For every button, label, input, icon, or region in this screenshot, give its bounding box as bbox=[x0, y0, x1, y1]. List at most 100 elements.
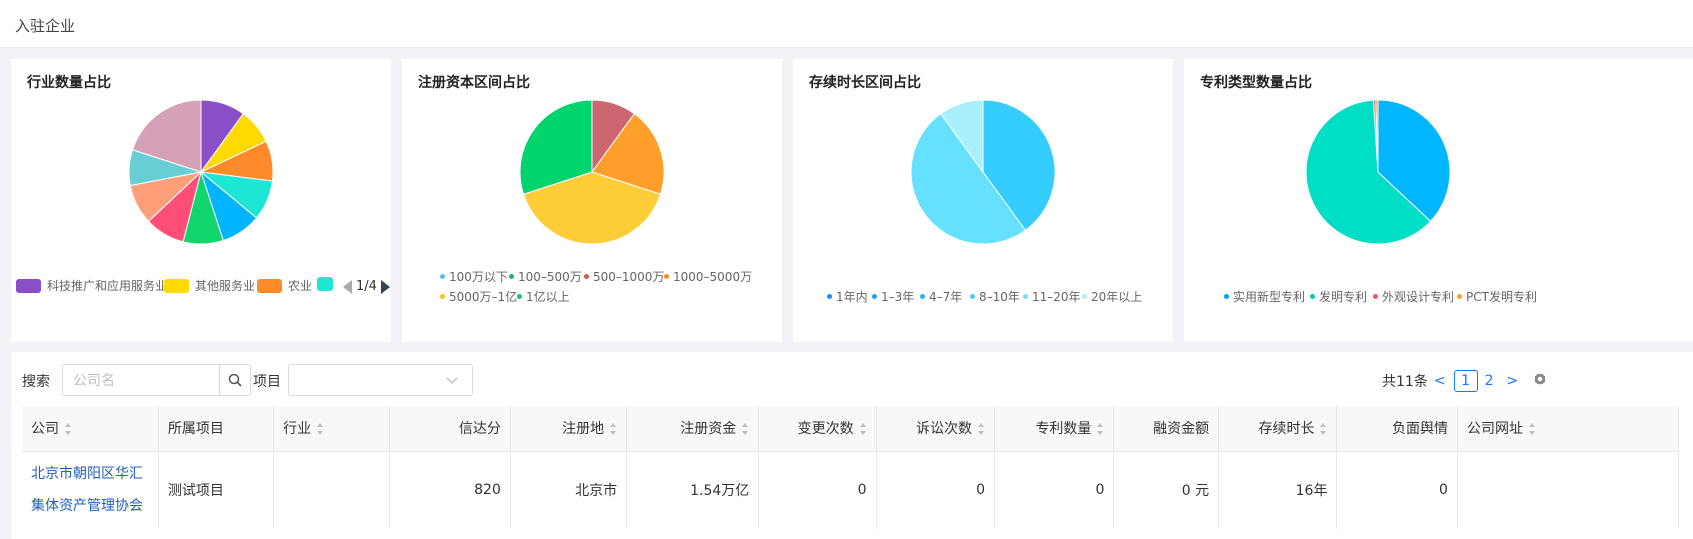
legend-item[interactable]: 20年以上 bbox=[1082, 288, 1142, 305]
legend-dot bbox=[440, 274, 445, 279]
column-header[interactable]: 存续时长 bbox=[1218, 406, 1338, 452]
sort-icon[interactable] bbox=[977, 423, 985, 436]
column-header[interactable]: 诉讼次数 bbox=[876, 406, 995, 452]
capital-pie-chart bbox=[519, 99, 665, 245]
settings-icon[interactable] bbox=[1532, 371, 1548, 387]
total-count: 共11条 bbox=[1382, 374, 1428, 390]
legend-item[interactable]: PCT发明专利 bbox=[1457, 288, 1537, 305]
chevron-down-icon bbox=[446, 377, 458, 384]
search-input[interactable] bbox=[63, 365, 219, 395]
legend-dot bbox=[584, 274, 589, 279]
legend-item[interactable]: 发明专利 bbox=[1310, 288, 1367, 305]
column-header[interactable]: 专利数量 bbox=[994, 406, 1115, 452]
sort-icon[interactable] bbox=[859, 423, 867, 436]
column-header[interactable]: 行业 bbox=[273, 406, 391, 452]
financing-cell: 0 元 bbox=[1113, 451, 1220, 529]
legend-item[interactable]: 100–500万 bbox=[509, 268, 582, 285]
legend-dot bbox=[1310, 294, 1315, 299]
legend-dot bbox=[664, 274, 669, 279]
legend-label: 20年以上 bbox=[1091, 290, 1143, 304]
legend-dot bbox=[827, 294, 832, 299]
legend-label: 1–3年 bbox=[881, 290, 915, 304]
sort-icon[interactable] bbox=[1097, 423, 1104, 436]
legend-item[interactable]: 其他服务业 bbox=[164, 277, 255, 294]
legend-item[interactable]: 5000万–1亿 bbox=[440, 288, 517, 305]
legend-label: 1年内 bbox=[836, 290, 868, 304]
legend-dot bbox=[1082, 294, 1087, 299]
legend-item[interactable]: 1–3年 bbox=[872, 288, 914, 305]
legend-item[interactable]: 实用新型专利 bbox=[1224, 288, 1305, 305]
search-label: 搜索 bbox=[22, 374, 50, 390]
sort-icon[interactable] bbox=[742, 423, 749, 436]
chart-title: 专利类型数量占比 bbox=[1200, 75, 1312, 91]
legend-dot bbox=[517, 294, 522, 299]
negative-cell: 0 bbox=[1336, 451, 1458, 529]
header-label: 诉讼次数 bbox=[915, 421, 972, 438]
pagination: 共11条 < 1 2 > bbox=[1382, 370, 1518, 392]
legend-item[interactable]: 外观设计专利 bbox=[1373, 288, 1454, 305]
column-header: 信达分 bbox=[389, 406, 511, 452]
column-header: 所属项目 bbox=[158, 406, 275, 452]
project-label: 项目 bbox=[253, 374, 281, 390]
company-table: 公司 所属项目 行业 信达分 注册地 注册资金 变更次数 诉讼次数 专利数量 融… bbox=[22, 406, 1680, 529]
legend-item[interactable]: 科技推广和应用服务业 bbox=[16, 277, 167, 294]
chart-title: 行业数量占比 bbox=[27, 75, 111, 91]
legend-label: 500–1000万 bbox=[593, 270, 665, 284]
legend-label: 发明专利 bbox=[1319, 290, 1368, 304]
header-label: 所属项目 bbox=[167, 421, 224, 438]
legend-swatch bbox=[164, 278, 189, 293]
legend-dot bbox=[920, 294, 925, 299]
sort-icon[interactable] bbox=[1528, 423, 1536, 436]
legend-item[interactable]: 8–10年 bbox=[970, 288, 1020, 305]
column-header[interactable]: 公司 bbox=[22, 406, 159, 452]
legend-label: 4–7年 bbox=[929, 290, 963, 304]
changes-cell: 0 bbox=[758, 451, 877, 529]
next-page-icon[interactable]: > bbox=[1506, 373, 1518, 389]
legend-item[interactable]: 1年内 bbox=[827, 288, 868, 305]
website-cell bbox=[1457, 451, 1680, 529]
header-label: 融资金额 bbox=[1153, 421, 1210, 438]
column-header[interactable]: 注册地 bbox=[510, 406, 628, 452]
search-button[interactable] bbox=[219, 365, 250, 395]
sort-icon[interactable] bbox=[1320, 423, 1327, 436]
legend-item[interactable]: 100万以下 bbox=[440, 268, 508, 285]
legend-dot bbox=[872, 294, 877, 299]
legend-pager: 1/4 bbox=[343, 279, 390, 294]
legend-item[interactable]: 1亿以上 bbox=[517, 288, 570, 305]
legend-label: 实用新型专利 bbox=[1233, 290, 1306, 304]
legend-item[interactable]: 500–1000万 bbox=[584, 268, 664, 285]
sort-icon[interactable] bbox=[65, 423, 72, 436]
legend-label: PCT发明专利 bbox=[1466, 290, 1537, 304]
column-header[interactable]: 变更次数 bbox=[758, 406, 877, 452]
column-header[interactable]: 公司网址 bbox=[1457, 406, 1680, 452]
column-header: 融资金额 bbox=[1113, 406, 1220, 452]
table-header-row: 公司 所属项目 行业 信达分 注册地 注册资金 变更次数 诉讼次数 专利数量 融… bbox=[22, 406, 1680, 452]
legend-item[interactable] bbox=[317, 277, 339, 291]
prev-page-icon[interactable]: < bbox=[1434, 373, 1446, 389]
legend-dot bbox=[1373, 294, 1378, 299]
legend-label: 100–500万 bbox=[518, 270, 582, 284]
sort-icon[interactable] bbox=[317, 423, 324, 436]
search-box bbox=[62, 364, 251, 396]
legend-label: 1亿以上 bbox=[526, 290, 570, 304]
legend-item[interactable]: 1000–5000万 bbox=[664, 268, 752, 285]
legend-dot bbox=[440, 294, 445, 299]
legend-prev-icon[interactable] bbox=[343, 279, 352, 294]
legend-next-icon[interactable] bbox=[380, 279, 390, 294]
location-cell: 北京市 bbox=[510, 451, 628, 529]
header-label: 信达分 bbox=[458, 421, 501, 438]
sort-icon[interactable] bbox=[610, 423, 617, 436]
header-label: 公司网址 bbox=[1466, 421, 1523, 438]
page-2-button[interactable]: 2 bbox=[1485, 373, 1494, 389]
capital-chart-card: 注册资本区间占比 100万以下 100–500万 500–1000万 1000–… bbox=[402, 59, 782, 342]
legend-item[interactable]: 11–20年 bbox=[1023, 288, 1081, 305]
project-select[interactable] bbox=[288, 364, 473, 396]
company-link[interactable]: 北京市朝阳区华汇集体资产管理协会 bbox=[31, 458, 149, 522]
industry-cell bbox=[273, 451, 391, 529]
project-cell: 测试项目 bbox=[158, 451, 275, 529]
column-header[interactable]: 注册资金 bbox=[626, 406, 760, 452]
page-1-button[interactable]: 1 bbox=[1453, 370, 1478, 392]
legend-item[interactable]: 4–7年 bbox=[920, 288, 962, 305]
legend-item[interactable]: 农业 bbox=[257, 277, 312, 294]
lawsuits-cell: 0 bbox=[876, 451, 995, 529]
